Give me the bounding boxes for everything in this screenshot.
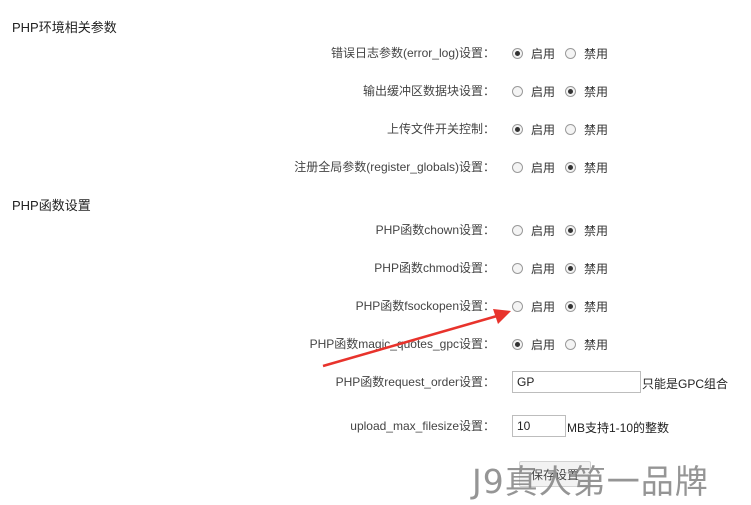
radio-option-enable[interactable]: 启用 <box>512 159 555 176</box>
radio-button[interactable] <box>512 162 523 173</box>
radio-option-disable[interactable]: 禁用 <box>565 222 608 239</box>
radio-group: 启用 禁用 <box>512 260 618 277</box>
row-label: 注册全局参数(register_globals)设置： <box>294 160 495 174</box>
radio-option-enable[interactable]: 启用 <box>512 298 555 315</box>
radio-button[interactable] <box>512 86 523 97</box>
radio-group: 启用 禁用 <box>512 336 618 353</box>
radio-option-disable[interactable]: 禁用 <box>565 83 608 100</box>
radio-label: 禁用 <box>584 224 609 238</box>
radio-option-disable[interactable]: 禁用 <box>565 121 608 138</box>
row-label: PHP函数magic_quotes_gpc设置： <box>309 337 495 351</box>
radio-label: 启用 <box>531 47 556 61</box>
section-title-functions: PHP函数设置 <box>12 198 91 213</box>
upload-max-filesize-input[interactable] <box>512 415 566 437</box>
radio-option-enable[interactable]: 启用 <box>512 260 555 277</box>
request-order-hint: 只能是GPC组合 <box>642 377 729 391</box>
radio-label: 禁用 <box>584 300 609 314</box>
row-label: 输出缓冲区数据块设置： <box>362 84 495 98</box>
radio-option-enable[interactable]: 启用 <box>512 45 555 62</box>
radio-button[interactable] <box>565 86 577 97</box>
radio-button[interactable] <box>512 301 523 312</box>
row-label: PHP函数chmod设置： <box>374 261 495 275</box>
radio-option-disable[interactable]: 禁用 <box>565 159 608 176</box>
radio-button[interactable] <box>565 301 577 312</box>
radio-label: 启用 <box>531 300 556 314</box>
radio-button[interactable] <box>565 339 577 350</box>
radio-label: 禁用 <box>584 85 609 99</box>
radio-option-disable[interactable]: 禁用 <box>565 45 608 62</box>
radio-button[interactable] <box>512 225 523 236</box>
radio-option-disable[interactable]: 禁用 <box>565 336 608 353</box>
radio-label: 启用 <box>531 123 556 137</box>
radio-group: 启用 禁用 <box>512 222 618 239</box>
radio-option-enable[interactable]: 启用 <box>512 83 555 100</box>
radio-option-enable[interactable]: 启用 <box>512 222 555 239</box>
radio-button[interactable] <box>512 48 523 59</box>
radio-button[interactable] <box>565 162 577 173</box>
radio-label: 禁用 <box>584 338 609 352</box>
radio-button[interactable] <box>512 124 523 135</box>
radio-label: 禁用 <box>584 123 609 137</box>
radio-option-disable[interactable]: 禁用 <box>565 298 608 315</box>
radio-label: 启用 <box>531 338 556 352</box>
radio-button[interactable] <box>512 263 523 274</box>
annotation-arrow-head <box>493 309 511 324</box>
radio-label: 禁用 <box>584 47 609 61</box>
radio-label: 禁用 <box>584 262 609 276</box>
radio-group: 启用 禁用 <box>512 45 618 62</box>
row-label: 上传文件开关控制： <box>386 122 495 136</box>
radio-group: 启用 禁用 <box>512 121 618 138</box>
request-order-input[interactable] <box>512 371 641 393</box>
radio-button[interactable] <box>512 339 523 350</box>
radio-label: 启用 <box>531 262 556 276</box>
radio-button[interactable] <box>565 124 577 135</box>
row-label: PHP函数fsockopen设置： <box>355 299 495 313</box>
radio-group: 启用 禁用 <box>512 83 618 100</box>
row-label: PHP函数chown设置： <box>375 223 495 237</box>
radio-option-enable[interactable]: 启用 <box>512 121 555 138</box>
section-title-env: PHP环境相关参数 <box>12 20 117 35</box>
radio-label: 启用 <box>531 85 556 99</box>
row-label: PHP函数request_order设置： <box>335 375 495 389</box>
radio-option-disable[interactable]: 禁用 <box>565 260 608 277</box>
row-label: 错误日志参数(error_log)设置： <box>330 46 495 60</box>
watermark-text: J9真人第一品牌 <box>472 462 709 501</box>
radio-option-enable[interactable]: 启用 <box>512 336 555 353</box>
radio-label: 禁用 <box>584 161 609 175</box>
radio-group: 启用 禁用 <box>512 159 618 176</box>
upload-max-filesize-hint: MB支持1-10的整数 <box>567 421 670 435</box>
radio-label: 启用 <box>531 161 556 175</box>
radio-group: 启用 禁用 <box>512 298 618 315</box>
radio-button[interactable] <box>565 263 577 274</box>
radio-button[interactable] <box>565 225 577 236</box>
radio-label: 启用 <box>531 224 556 238</box>
radio-button[interactable] <box>565 48 577 59</box>
row-label: upload_max_filesize设置： <box>350 419 495 433</box>
